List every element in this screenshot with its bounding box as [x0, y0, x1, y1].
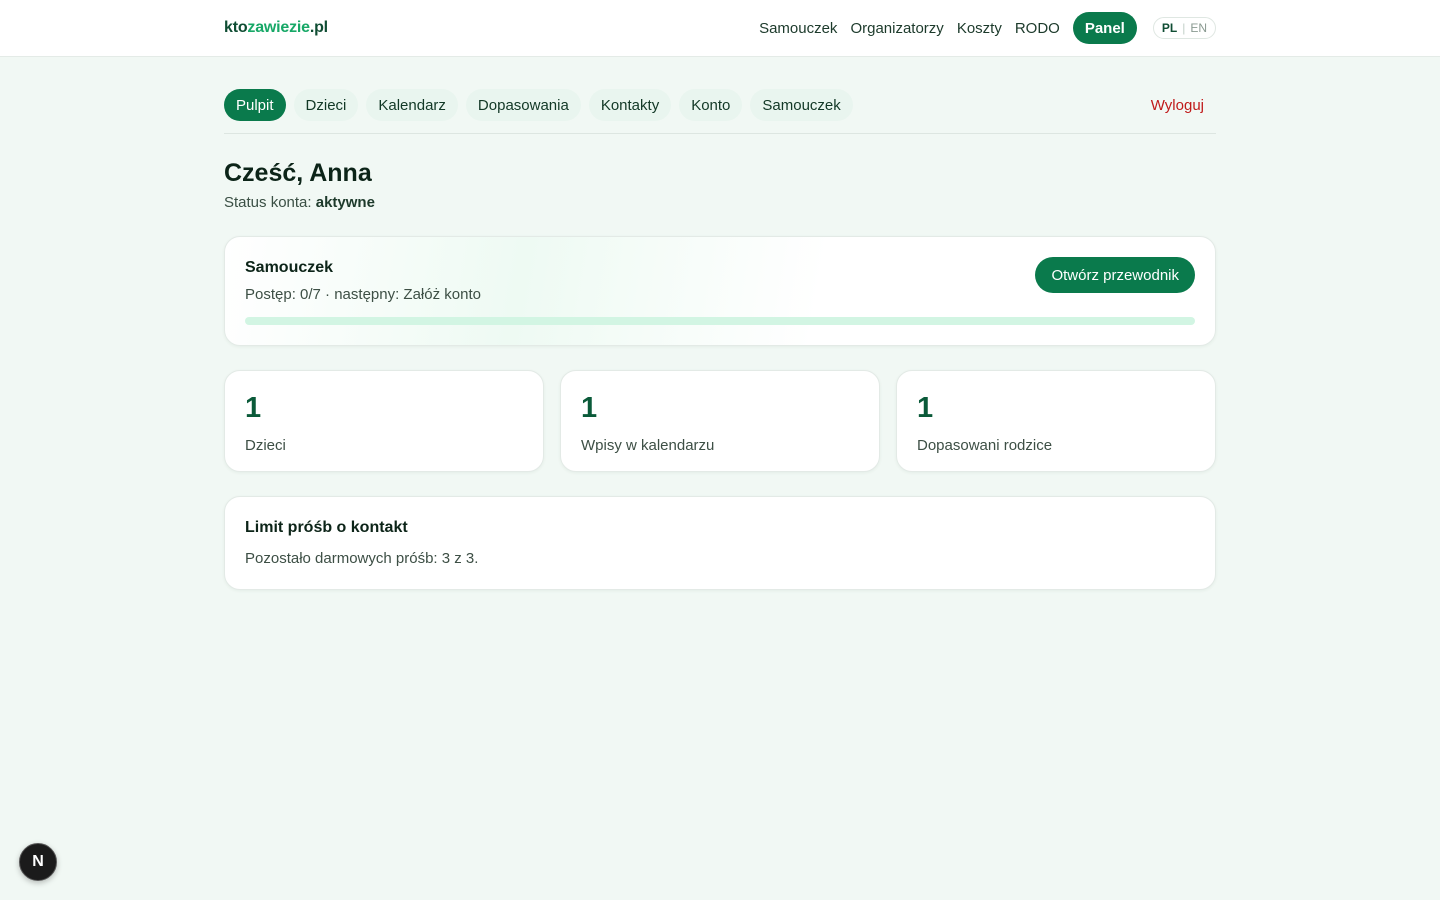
- site-logo[interactable]: ktozawiezie.pl: [224, 19, 328, 37]
- tutorial-card: Samouczek Postęp: 0/7 · następny: Załóż …: [224, 236, 1216, 346]
- tab-dopasowania[interactable]: Dopasowania: [465, 89, 581, 121]
- top-header: ktozawiezie.pl Samouczek Organizatorzy K…: [0, 0, 1440, 57]
- tab-kontakty[interactable]: Kontakty: [588, 89, 672, 121]
- stat-card-matched-parents: 1 Dopasowani rodzice: [896, 370, 1216, 472]
- tab-dzieci[interactable]: Dzieci: [293, 89, 359, 121]
- contact-limit-card: Limit próśb o kontakt Pozostało darmowyc…: [224, 496, 1216, 590]
- account-status: Status konta: aktywne: [224, 194, 1216, 211]
- nav-link-koszty[interactable]: Koszty: [957, 20, 1002, 37]
- stat-value: 1: [581, 392, 598, 424]
- status-label: Status konta:: [224, 194, 312, 211]
- stat-label: Dzieci: [245, 437, 286, 454]
- open-guide-button[interactable]: Otwórz przewodnik: [1035, 257, 1195, 293]
- tab-konto[interactable]: Konto: [679, 89, 743, 121]
- stat-card-children: 1 Dzieci: [224, 370, 544, 472]
- tab-kalendarz[interactable]: Kalendarz: [366, 89, 458, 121]
- stat-value: 1: [917, 392, 934, 424]
- stats-row: 1 Dzieci 1 Wpisy w kalendarzu 1 Dopasowa…: [224, 370, 1216, 472]
- page-title: Cześć, Anna: [224, 159, 372, 187]
- dev-tools-badge[interactable]: N: [19, 843, 57, 881]
- tab-pulpit[interactable]: Pulpit: [224, 89, 286, 121]
- dashboard-tabs: Pulpit Dzieci Kalendarz Dopasowania Kont…: [224, 89, 1216, 134]
- stat-label: Wpisy w kalendarzu: [581, 437, 715, 454]
- top-nav: Samouczek Organizatorzy Koszty RODO Pane…: [759, 12, 1216, 44]
- stat-label: Dopasowani rodzice: [917, 437, 1053, 454]
- tab-samouczek[interactable]: Samouczek: [750, 89, 853, 121]
- lang-pl[interactable]: PL: [1162, 21, 1177, 35]
- tutorial-progress-bar: [245, 317, 1195, 325]
- lang-separator: |: [1182, 21, 1186, 35]
- panel-button[interactable]: Panel: [1072, 12, 1137, 44]
- nav-link-samouczek[interactable]: Samouczek: [759, 20, 837, 37]
- status-value: aktywne: [315, 194, 375, 211]
- stat-card-calendar: 1 Wpisy w kalendarzu: [560, 370, 880, 472]
- language-switcher: PL | EN: [1152, 17, 1216, 39]
- contact-limit-title: Limit próśb o kontakt: [245, 519, 408, 536]
- nav-link-organizatorzy[interactable]: Organizatorzy: [850, 20, 943, 37]
- dashboard: Pulpit Dzieci Kalendarz Dopasowania Kont…: [224, 89, 1216, 590]
- logout-button[interactable]: Wyloguj: [1139, 89, 1216, 121]
- nav-link-rodo[interactable]: RODO: [1015, 20, 1060, 37]
- lang-en[interactable]: EN: [1190, 21, 1207, 35]
- contact-limit-text: Pozostało darmowych próśb: 3 z 3.: [245, 550, 479, 567]
- stat-value: 1: [245, 392, 262, 424]
